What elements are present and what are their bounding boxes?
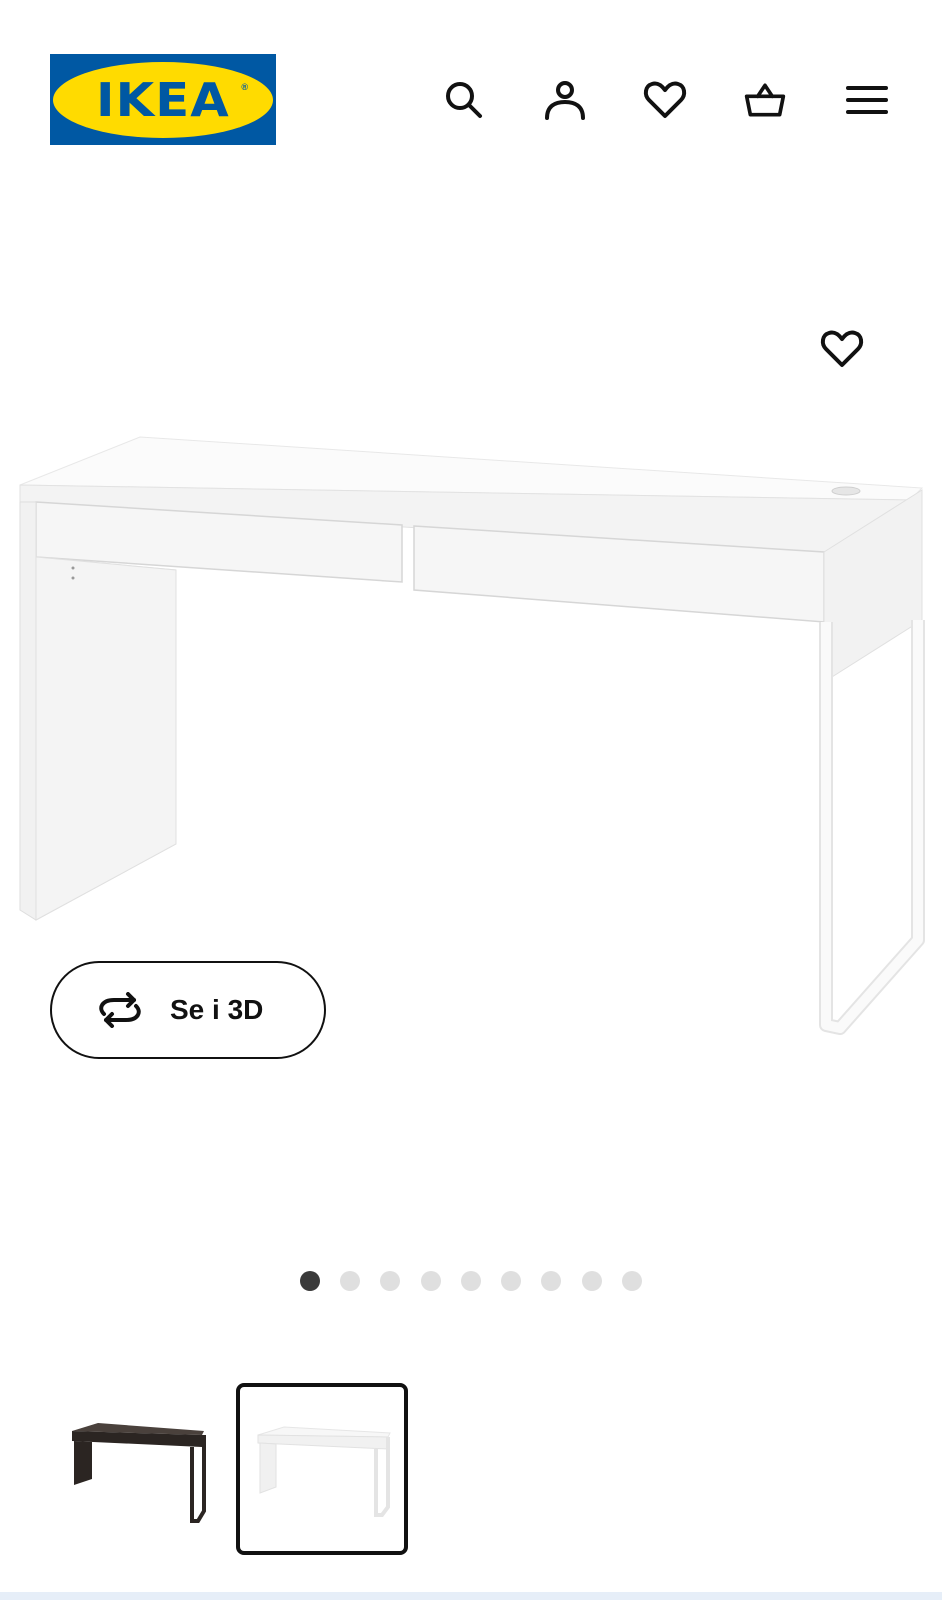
carousel-dot[interactable] [541, 1271, 561, 1291]
carousel-dot[interactable] [622, 1271, 642, 1291]
heart-icon [820, 330, 864, 367]
rotate-360-icon [94, 990, 146, 1030]
view-in-3d-label: Se i 3D [170, 994, 264, 1025]
product-image-desk [19, 436, 925, 1035]
carousel-dot[interactable] [380, 1271, 400, 1291]
variant-thumbnail-black-brown[interactable] [52, 1383, 224, 1555]
basket-icon[interactable] [741, 76, 789, 124]
variant-thumbnail-white[interactable] [236, 1383, 408, 1555]
browser-bottom-bar [0, 1592, 942, 1600]
carousel-pagination [0, 1271, 942, 1295]
logo-oval: IKEA [53, 61, 273, 138]
carousel-dot[interactable] [340, 1271, 360, 1291]
carousel-dot[interactable] [421, 1271, 441, 1291]
site-header: IKEA ® [0, 0, 942, 200]
carousel-dot[interactable] [461, 1271, 481, 1291]
carousel-dot[interactable] [582, 1271, 602, 1291]
view-in-3d-button[interactable]: Se i 3D [50, 961, 326, 1059]
registered-mark: ® [241, 82, 248, 92]
menu-icon[interactable] [843, 76, 891, 124]
ikea-logo[interactable]: IKEA ® [50, 54, 276, 145]
carousel-dot[interactable] [300, 1271, 320, 1291]
carousel-dot[interactable] [501, 1271, 521, 1291]
add-to-favourites-button[interactable] [816, 325, 868, 373]
favourites-icon[interactable] [641, 76, 689, 124]
account-icon[interactable] [541, 76, 589, 124]
logo-wordmark: IKEA [96, 72, 230, 127]
search-icon[interactable] [440, 76, 488, 124]
